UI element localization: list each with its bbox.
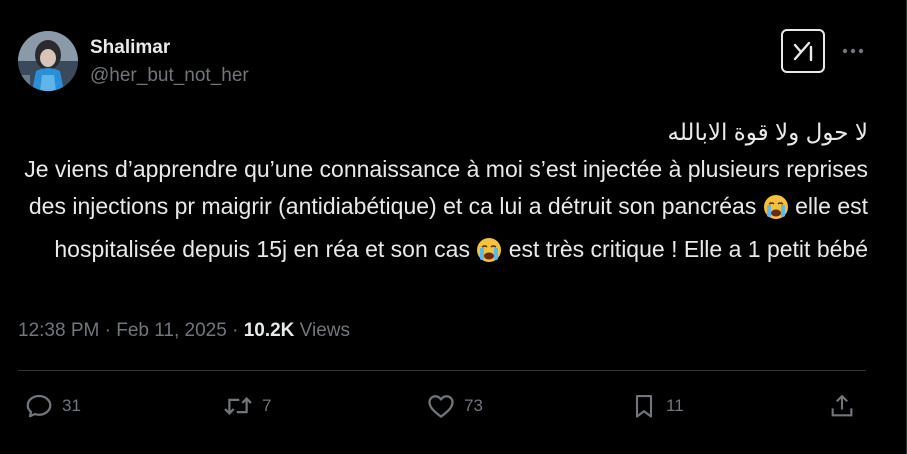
meta-separator: · — [226, 320, 244, 341]
more-options-button[interactable] — [840, 38, 866, 64]
like-button[interactable]: 73 — [426, 390, 483, 422]
heart-icon — [428, 395, 454, 418]
loudly-crying-face-icon — [763, 194, 789, 231]
bookmark-count: 11 — [666, 396, 684, 415]
author-handle[interactable]: @her_but_not_her — [90, 65, 249, 87]
tweet-time[interactable]: 12:38 PM — [18, 320, 99, 341]
like-count: 73 — [464, 396, 483, 415]
views-count: 10.2K — [243, 320, 295, 341]
author-name[interactable]: Shalimar — [90, 37, 170, 59]
tweet-line-arabic: لا حول ولا قوة الابالله — [667, 119, 868, 145]
loudly-crying-face-icon — [476, 237, 502, 274]
views-label: Views — [294, 320, 351, 341]
tweet-text: لا حول ولا قوة الابالله Je viens d’appre… — [20, 114, 868, 274]
grok-icon — [793, 41, 813, 62]
tweet-date[interactable]: Feb 11, 2025 — [116, 320, 227, 341]
share-icon — [831, 395, 853, 417]
avatar[interactable] — [18, 31, 78, 91]
bookmark-button[interactable]: 11 — [630, 390, 684, 422]
tweet-meta: 12:38 PM · Feb 11, 2025 · 10.2K Views — [18, 320, 350, 342]
reply-count: 31 — [62, 396, 81, 415]
repost-count: 7 — [262, 396, 272, 415]
divider — [18, 370, 866, 371]
share-button[interactable] — [828, 390, 856, 422]
repost-icon — [224, 397, 252, 415]
reply-button[interactable]: 31 — [24, 390, 81, 422]
avatar-image — [18, 31, 78, 91]
tweet-line-french: Je viens d’apprendre qu’une connaissance… — [20, 151, 868, 274]
repost-button[interactable]: 7 — [222, 390, 271, 422]
grok-button[interactable] — [781, 29, 825, 73]
reply-icon — [26, 394, 52, 418]
tweet-text-part: Je viens d’apprendre qu’une connaissance… — [24, 156, 868, 219]
bookmark-icon — [635, 395, 653, 418]
more-horizontal-icon — [842, 48, 864, 54]
tweet-text-part: est très critique ! Elle a 1 petit bébé — [502, 236, 868, 262]
meta-separator: · — [99, 320, 117, 341]
